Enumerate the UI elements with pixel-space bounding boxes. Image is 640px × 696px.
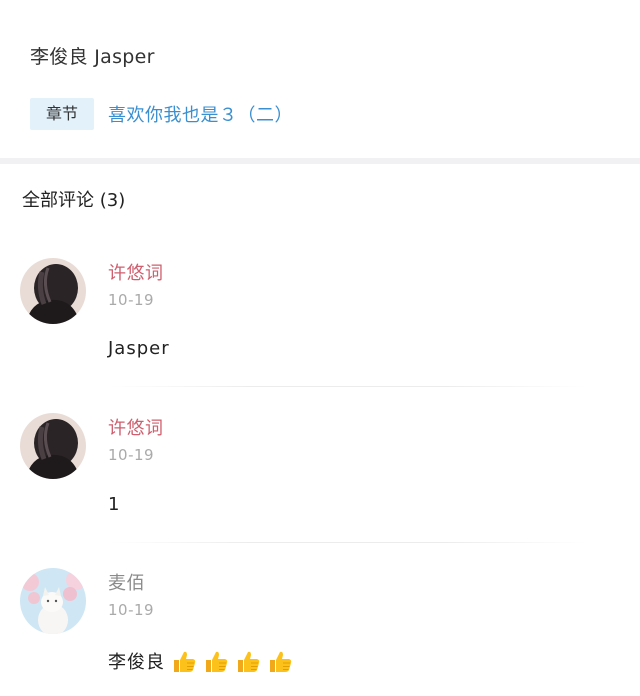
comment-date: 10-19 xyxy=(108,601,155,619)
comment-text-content: 李俊良 xyxy=(108,652,165,673)
comment-text: Jasper xyxy=(108,338,170,359)
thumbs-up-icon xyxy=(171,648,197,674)
comment-text-content: Jasper xyxy=(108,338,170,359)
dark-hair-avatar-icon xyxy=(20,258,86,324)
chapter-tag: 章节 xyxy=(30,98,94,130)
author-name[interactable]: 李俊良 Jasper xyxy=(30,42,155,69)
comment-text: 李俊良 xyxy=(108,648,293,674)
comment-date: 10-19 xyxy=(108,446,155,464)
chapter-row[interactable]: 章节 喜欢你我也是３（二） xyxy=(30,98,293,130)
thumbs-up-icon xyxy=(203,648,229,674)
comment-separator xyxy=(108,542,588,543)
chapter-info-panel: 李俊良 Jasper 章节 喜欢你我也是３（二） xyxy=(0,0,640,158)
section-divider xyxy=(0,158,640,164)
comment-text-content: 1 xyxy=(108,494,121,515)
chapter-title-link[interactable]: 喜欢你我也是３（二） xyxy=(108,101,293,127)
user-avatar[interactable] xyxy=(20,258,86,324)
dark-hair-avatar-icon xyxy=(20,413,86,479)
comment-author-name[interactable]: 许悠词 xyxy=(108,259,164,285)
thumbs-up-icon xyxy=(235,648,261,674)
comments-header: 全部评论 (3) xyxy=(22,190,126,211)
comment-author-name[interactable]: 许悠词 xyxy=(108,414,164,440)
white-cat-blossom-avatar-icon xyxy=(20,568,86,634)
user-avatar[interactable] xyxy=(20,568,86,634)
comment-date: 10-19 xyxy=(108,291,155,309)
comment-author-name[interactable]: 麦佰 xyxy=(108,569,145,595)
user-avatar[interactable] xyxy=(20,413,86,479)
thumbs-up-icon xyxy=(267,648,293,674)
comment-separator xyxy=(108,386,588,387)
comment-text: 1 xyxy=(108,494,120,515)
